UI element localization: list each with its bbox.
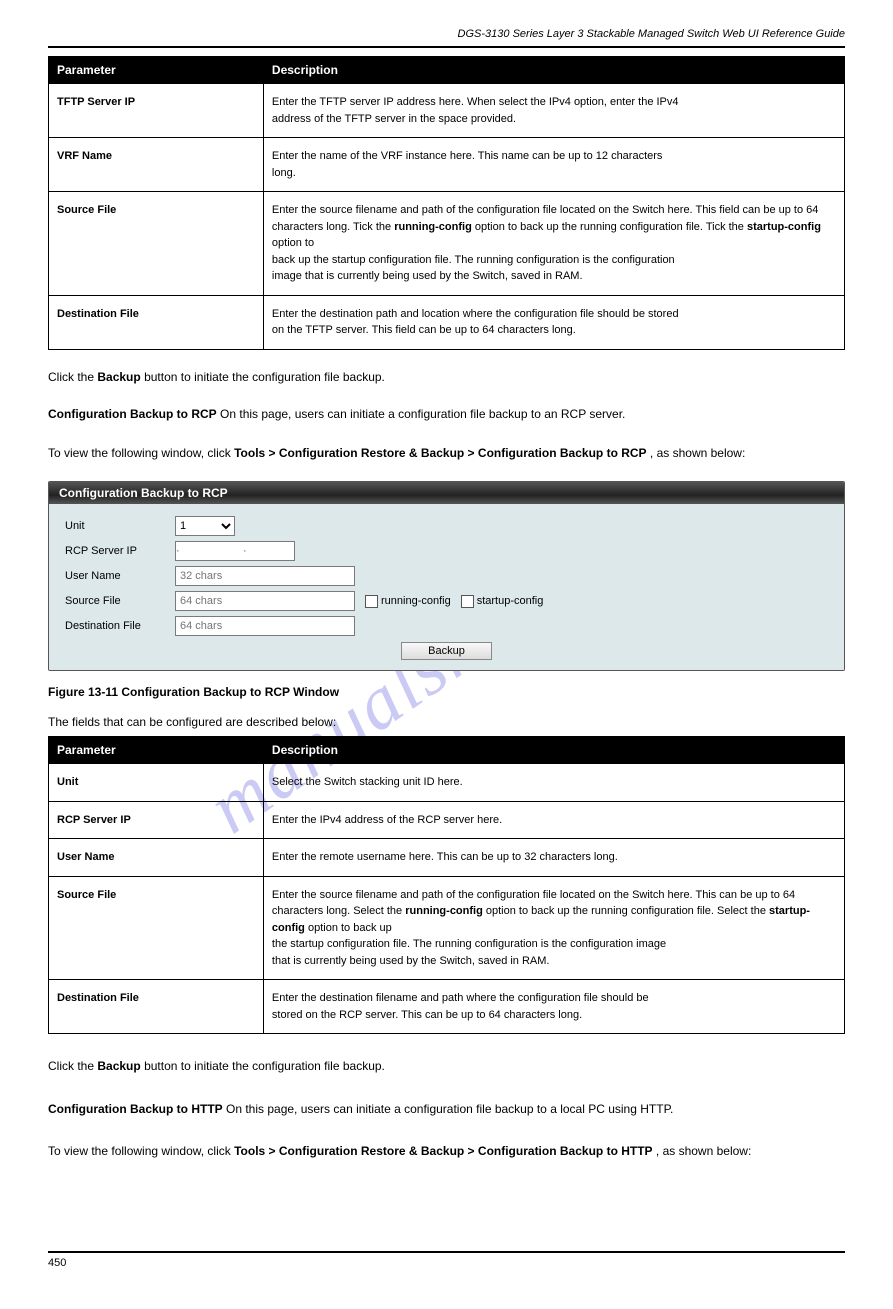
source-file-input[interactable]	[175, 591, 355, 611]
t2-r4-param: Destination File	[49, 980, 264, 1034]
panel-body: Unit 1 RCP Server IP User Name Source Fi…	[49, 504, 844, 670]
t1-r3-param: Destination File	[49, 295, 264, 349]
t2-r2-param: User Name	[49, 839, 264, 877]
t2-r4-desc: Enter the destination filename and path …	[263, 980, 844, 1034]
table-row: Source File Enter the source filename an…	[49, 192, 845, 296]
t2-head-desc: Description	[263, 737, 844, 764]
t1-r1-desc: Enter the name of the VRF instance here.…	[263, 138, 844, 192]
t1-r0-param: TFTP Server IP	[49, 84, 264, 138]
t2-r3-desc: Enter the source filename and path of th…	[263, 876, 844, 980]
after-table2-text: Click the Backup button to initiate the …	[48, 1056, 845, 1076]
t1-r2-desc: Enter the source filename and path of th…	[263, 192, 844, 296]
rcp-server-ip-input[interactable]	[175, 541, 295, 561]
after-table1-text: Click the Backup button to initiate the …	[48, 368, 845, 387]
destination-file-input[interactable]	[175, 616, 355, 636]
t1-head-param: Parameter	[49, 57, 264, 84]
t2-r1-desc: Enter the IPv4 address of the RCP server…	[263, 801, 844, 839]
config-backup-rcp-panel: Configuration Backup to RCP Unit 1 RCP S…	[48, 481, 845, 671]
table-row: RCP Server IP Enter the IPv4 address of …	[49, 801, 845, 839]
t2-r1-param: RCP Server IP	[49, 801, 264, 839]
table-row: User Name Enter the remote username here…	[49, 839, 845, 877]
t2-r3-param: Source File	[49, 876, 264, 980]
params-table-1: Parameter Description TFTP Server IP Ent…	[48, 56, 845, 350]
table-row: Unit Select the Switch stacking unit ID …	[49, 764, 845, 802]
t1-r0-desc: Enter the TFTP server IP address here. W…	[263, 84, 844, 138]
t1-r2-param: Source File	[49, 192, 264, 296]
startup-config-label: startup-config	[477, 595, 544, 607]
startup-config-checkbox[interactable]	[461, 595, 474, 608]
header-rule	[48, 46, 845, 48]
t2-r0-desc: Select the Switch stacking unit ID here.	[263, 764, 844, 802]
table-row: Destination File Enter the destination f…	[49, 980, 845, 1034]
table-row: TFTP Server IP Enter the TFTP server IP …	[49, 84, 845, 138]
t1-r1-param: VRF Name	[49, 138, 264, 192]
after-figure-text: The fields that can be configured are de…	[48, 713, 845, 732]
page-header-label: DGS-3130 Series Layer 3 Stackable Manage…	[458, 28, 845, 40]
destination-file-label: Destination File	[65, 620, 175, 632]
table-row: VRF Name Enter the name of the VRF insta…	[49, 138, 845, 192]
unit-select[interactable]: 1	[175, 516, 235, 536]
table-row: Destination File Enter the destination p…	[49, 295, 845, 349]
http-intro-text: Configuration Backup to HTTP On this pag…	[48, 1099, 845, 1119]
unit-label: Unit	[65, 520, 175, 532]
table-row: Source File Enter the source filename an…	[49, 876, 845, 980]
http-nav-text: To view the following window, click Tool…	[48, 1141, 845, 1161]
rcp-nav-text: To view the following window, click Tool…	[48, 444, 845, 463]
figure-caption: Figure 13-11 Configuration Backup to RCP…	[48, 685, 845, 699]
running-config-checkbox[interactable]	[365, 595, 378, 608]
t1-head-desc: Description	[263, 57, 844, 84]
running-config-label: running-config	[381, 595, 451, 607]
backup-button[interactable]: Backup	[401, 642, 492, 660]
t2-head-param: Parameter	[49, 737, 264, 764]
params-table-2: Parameter Description Unit Select the Sw…	[48, 736, 845, 1034]
rcp-ip-label: RCP Server IP	[65, 545, 175, 557]
username-label: User Name	[65, 570, 175, 582]
footer-page: 450	[48, 1257, 66, 1269]
t1-r3-desc: Enter the destination path and location …	[263, 295, 844, 349]
t2-r2-desc: Enter the remote username here. This can…	[263, 839, 844, 877]
panel-title: Configuration Backup to RCP	[49, 482, 844, 504]
source-file-label: Source File	[65, 595, 175, 607]
username-input[interactable]	[175, 566, 355, 586]
rcp-intro-text: Configuration Backup to RCP On this page…	[48, 405, 845, 424]
t2-r0-param: Unit	[49, 764, 264, 802]
